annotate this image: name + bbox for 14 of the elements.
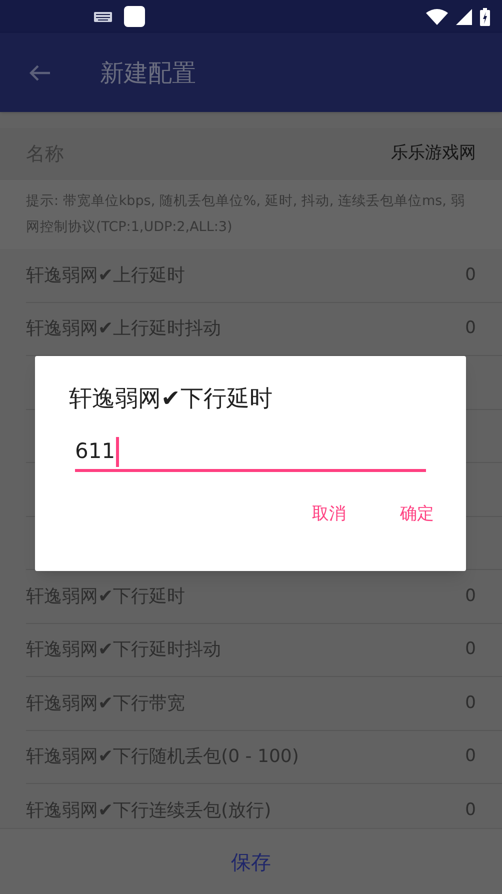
keyboard-icon (94, 12, 112, 22)
field-value: 611 (75, 438, 116, 465)
name-value: 乐乐游戏网 (391, 142, 476, 166)
value-field[interactable]: 611 (75, 434, 426, 472)
signal-icon (456, 9, 472, 25)
battery-icon (480, 8, 490, 26)
wifi-icon (426, 9, 448, 25)
dialog-title: 轩逸弱网✔下行延时 (69, 385, 274, 414)
dialog-button[interactable]: 确定 (388, 496, 446, 533)
back-arrow-icon (29, 64, 51, 82)
dialog-button[interactable]: 取消 (300, 496, 358, 533)
app-icon (124, 6, 145, 27)
save-button[interactable]: 保存 (215, 838, 287, 884)
page-title: 新建配置 (100, 58, 196, 88)
